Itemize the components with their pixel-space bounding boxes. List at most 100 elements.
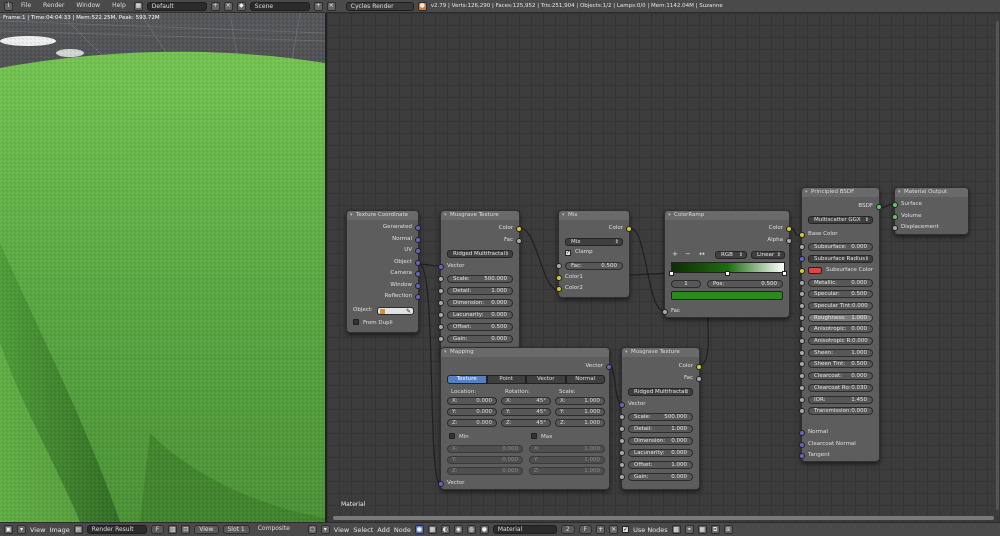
socket[interactable]	[799, 429, 805, 436]
subsurface-radius-select[interactable]: Subsurface Radius	[808, 254, 873, 263]
node-header[interactable]: ColorRamp	[665, 211, 789, 220]
node-header[interactable]: Musgrave Texture	[441, 211, 519, 220]
mapping-maxvals-field[interactable]: Y: 1.000	[529, 456, 605, 464]
tab-point[interactable]: Point	[486, 375, 526, 384]
view-mode-select[interactable]: View	[194, 525, 219, 534]
menu-view-right[interactable]: View	[334, 526, 349, 534]
mapping-maxvals-field[interactable]: X: 1.000	[529, 445, 605, 453]
socket[interactable]	[799, 279, 805, 286]
remove-stop-button[interactable]: −	[685, 250, 691, 259]
param-field[interactable]: Dimension: 0.000	[628, 436, 693, 445]
socket[interactable]	[799, 326, 805, 333]
menu-image[interactable]: Image	[49, 526, 69, 534]
node-header[interactable]: Musgrave Texture	[622, 348, 699, 357]
mapping-minvals-field[interactable]: Z: 0.000	[447, 467, 523, 475]
socket[interactable]	[438, 263, 444, 270]
mapping-minvals-field[interactable]: Y: 0.000	[447, 456, 523, 464]
socket[interactable]	[415, 293, 421, 300]
menu-add[interactable]: Add	[377, 526, 390, 534]
add-scene-icon[interactable]: +	[313, 1, 323, 11]
mapping-location-field[interactable]: Z: 0.000	[447, 419, 497, 427]
scene-icon[interactable]: ◆	[236, 1, 246, 11]
stop-index-field[interactable]: 1	[671, 279, 701, 288]
shader-nodes-icon[interactable]: ●	[414, 525, 424, 534]
snap-icon[interactable]: ⌖	[684, 525, 694, 534]
node-mapping[interactable]: Mapping Vector Texture Point Vector Norm…	[438, 347, 612, 490]
screen-layout-icon[interactable]: ▦	[133, 1, 143, 11]
socket[interactable]	[619, 437, 625, 444]
socket[interactable]	[892, 224, 898, 231]
socket[interactable]	[799, 231, 805, 238]
render-engine-select[interactable]: Cycles Render	[345, 1, 414, 11]
tab-texture[interactable]: Texture	[447, 375, 487, 384]
compositing-nodes-icon[interactable]: ◐	[440, 525, 450, 534]
bsdf-param-field[interactable]: Sheen Tint: 0.500	[808, 360, 873, 369]
ramp-stop-mid[interactable]	[725, 271, 730, 276]
copy-nodes-icon[interactable]: ⧉	[710, 525, 720, 534]
socket[interactable]	[619, 413, 625, 420]
bsdf-param-field[interactable]: Clearcoat Ro: 0.030	[808, 383, 873, 392]
node-editor-icon[interactable]: ⬡	[307, 525, 317, 534]
mapping-maxvals-field[interactable]: Z: 1.000	[529, 467, 605, 475]
menu-render[interactable]: Render	[39, 2, 68, 11]
menu-help[interactable]: Help	[108, 2, 130, 11]
menu-window[interactable]: Window	[72, 2, 104, 11]
add-layout-icon[interactable]: +	[210, 1, 220, 11]
bsdf-param-field[interactable]: IOR: 1.450	[808, 395, 873, 404]
socket[interactable]	[556, 274, 562, 281]
socket[interactable]	[438, 299, 444, 306]
mapping-scale-field[interactable]: Z: 1.000	[555, 419, 605, 427]
screen-layout-field[interactable]: Default	[146, 1, 207, 11]
from-dupli-row[interactable]: From Dupli	[347, 319, 418, 328]
bsdf-param-field[interactable]: Transmission: 0.000	[808, 407, 873, 416]
socket[interactable]	[799, 384, 805, 391]
max-toggle[interactable]: Max	[531, 433, 552, 440]
subsurface-field[interactable]: Subsurface: 0.000	[808, 242, 873, 251]
paste-nodes-icon[interactable]: ⧈	[723, 525, 733, 534]
socket[interactable]	[438, 311, 444, 318]
clamp-row[interactable]: ✓ Clamp	[559, 248, 629, 257]
param-field[interactable]: Gain: 0.000	[628, 472, 693, 481]
node-texture-coordinate[interactable]: Texture Coordinate Generated Normal UV O…	[346, 210, 421, 333]
socket[interactable]	[619, 461, 625, 468]
socket[interactable]	[799, 361, 805, 368]
node-header[interactable]: Mapping	[441, 348, 609, 357]
material-users-count[interactable]: 2	[560, 525, 575, 534]
param-field[interactable]: Detail: 1.000	[447, 286, 513, 295]
socket[interactable]	[799, 349, 805, 356]
bsdf-param-field[interactable]: Clearcoat: 0.000	[808, 372, 873, 381]
node-mix[interactable]: Mix Color Mix ✓Clamp Fac:0.500 Color1 Co…	[556, 210, 632, 298]
socket[interactable]	[438, 275, 444, 282]
image-editor-icon[interactable]: ▣	[4, 525, 13, 534]
mapping-location-field[interactable]: X: 0.000	[447, 397, 497, 405]
socket[interactable]	[799, 302, 805, 309]
param-field[interactable]: Dimension: 0.000	[447, 298, 513, 307]
socket[interactable]	[799, 408, 805, 415]
socket[interactable]	[415, 282, 421, 289]
param-field[interactable]: Offset: 1.000	[628, 460, 693, 469]
socket[interactable]	[799, 255, 805, 262]
clamp-checkbox[interactable]: ✓	[565, 250, 571, 256]
collapse-menu-icon-2[interactable]: ▾	[320, 525, 330, 534]
material-fake-user-button[interactable]: F	[578, 525, 593, 534]
socket[interactable]	[619, 473, 625, 480]
eyedropper-icon[interactable]: ✎	[406, 307, 411, 316]
socket[interactable]	[556, 262, 562, 269]
mapping-rotation-field[interactable]: Z: 45°	[501, 419, 551, 427]
socket[interactable]	[626, 225, 632, 232]
menu-select[interactable]: Select	[353, 526, 373, 534]
mapping-location-field[interactable]: Y: 0.000	[447, 408, 497, 416]
image-name-field[interactable]: Render Result	[86, 525, 147, 534]
socket[interactable]	[438, 287, 444, 294]
interpolation-select[interactable]: Linear	[751, 250, 785, 259]
slot-select[interactable]: Slot 1	[222, 525, 250, 534]
socket[interactable]	[415, 236, 421, 243]
node-colorramp[interactable]: ColorRamp Color Alpha + − ↔ RGB Linear 1…	[662, 210, 792, 318]
socket[interactable]	[415, 224, 421, 231]
pin-icon[interactable]: ⊡	[181, 525, 191, 534]
param-field[interactable]: Scale: 500.000	[447, 274, 513, 283]
render-layer-select[interactable]: Composite	[254, 525, 294, 534]
checkbox[interactable]	[531, 433, 537, 439]
blend-mode-select[interactable]: Mix	[565, 237, 623, 246]
stop-color-swatch[interactable]	[671, 291, 783, 300]
